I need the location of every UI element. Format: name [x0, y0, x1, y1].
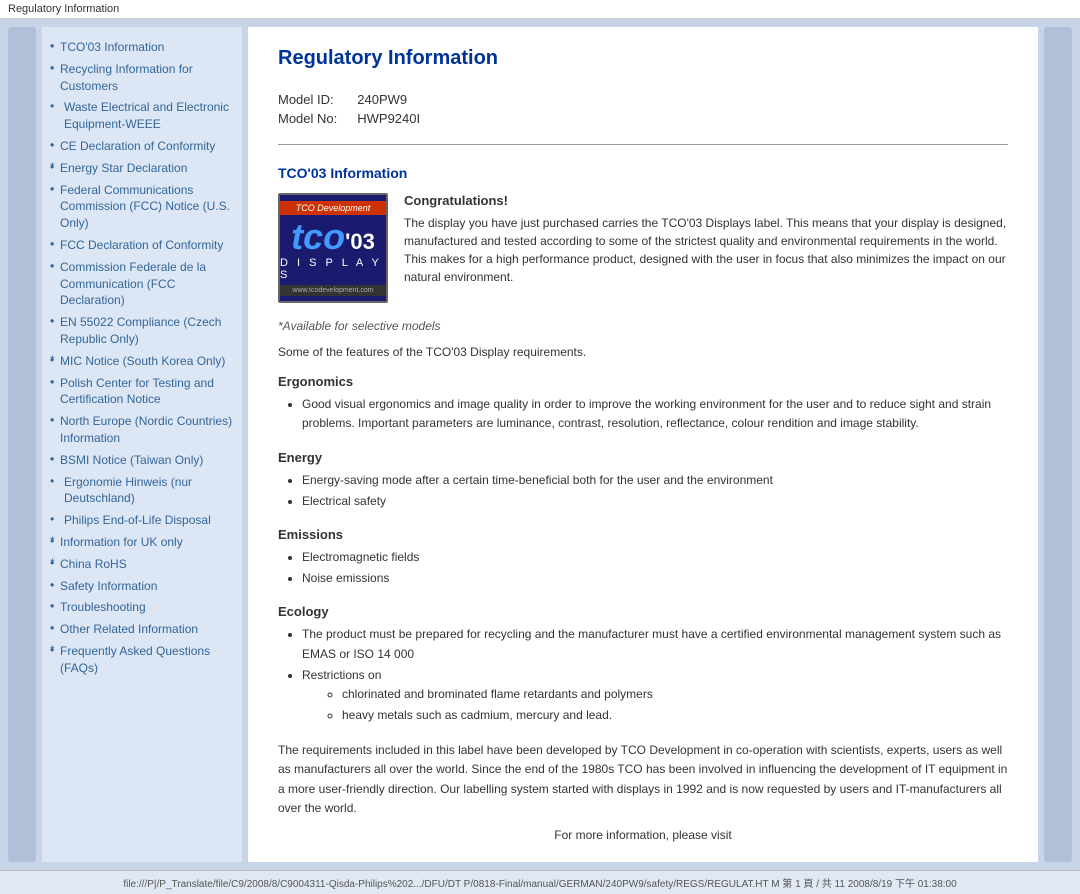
sidebar-item[interactable]: •Troubleshooting [50, 599, 234, 616]
congrats-title: Congratulations! [404, 193, 1008, 208]
energy-list: Energy-saving mode after a certain time-… [302, 471, 1008, 511]
title-bar-text: Regulatory Information [8, 3, 119, 15]
footer-bar: file:///P|/P_Translate/file/C9/2008/8/C9… [0, 870, 1080, 894]
sidebar-item[interactable]: *China RoHS [50, 556, 234, 573]
ergonomics-list: Good visual ergonomics and image quality… [302, 395, 1008, 433]
tco-logo-year: '03 [345, 231, 375, 253]
energy-item-1: Energy-saving mode after a certain time-… [302, 471, 1008, 490]
sidebar-link-weee[interactable]: Waste Electrical and Electronic Equipmen… [64, 100, 229, 131]
model-no-value: HWP9240I [357, 109, 440, 128]
ecology-section: Ecology The product must be prepared for… [278, 604, 1008, 725]
sidebar-item[interactable]: ·Philips End-of-Life Disposal [50, 512, 234, 529]
sidebar-link-recycling[interactable]: Recycling Information for Customers [60, 62, 193, 93]
sidebar-link-nordic[interactable]: North Europe (Nordic Countries) Informat… [60, 414, 232, 445]
model-id-label: Model ID: [278, 90, 357, 109]
sidebar-link-safety[interactable]: Safety Information [60, 579, 157, 593]
sidebar: •TCO'03 Information •Recycling Informati… [42, 27, 242, 862]
ecology-title: Ecology [278, 604, 1008, 619]
sidebar-link-tco[interactable]: TCO'03 Information [60, 40, 164, 54]
sidebar-link-en55022[interactable]: EN 55022 Compliance (Czech Republic Only… [60, 315, 221, 346]
sidebar-item[interactable]: *Energy Star Declaration [50, 160, 234, 177]
ecology-sub-item-2: heavy metals such as cadmium, mercury an… [342, 706, 1008, 725]
available-note: *Available for selective models [278, 319, 1008, 333]
tco-logo: TCO Development tco '03 D I S P L A Y S … [278, 193, 388, 303]
ecology-sub-list: chlorinated and brominated flame retarda… [342, 685, 1008, 725]
sidebar-link-faqs[interactable]: Frequently Asked Questions (FAQs) [60, 644, 210, 675]
sidebar-link-polish[interactable]: Polish Center for Testing and Certificat… [60, 376, 214, 407]
sidebar-item[interactable]: •FCC Declaration of Conformity [50, 237, 234, 254]
sidebar-link-uk[interactable]: Information for UK only [60, 535, 183, 549]
sidebar-link-china[interactable]: China RoHS [60, 557, 127, 571]
sidebar-item[interactable]: •Other Related Information [50, 621, 234, 638]
ecology-item-2: Restrictions on chlorinated and brominat… [302, 666, 1008, 726]
model-no-label: Model No: [278, 109, 357, 128]
energy-title: Energy [278, 450, 1008, 465]
congrats-text: The display you have just purchased carr… [404, 214, 1008, 286]
emissions-section: Emissions Electromagnetic fields Noise e… [278, 527, 1008, 588]
ergonomics-title: Ergonomics [278, 374, 1008, 389]
energy-section: Energy Energy-saving mode after a certai… [278, 450, 1008, 511]
sidebar-item[interactable]: ·Waste Electrical and Electronic Equipme… [50, 99, 234, 133]
divider [278, 144, 1008, 145]
page-title: Regulatory Information [278, 47, 1008, 70]
sidebar-item[interactable]: •Polish Center for Testing and Certifica… [50, 375, 234, 409]
sidebar-item[interactable]: *Information for UK only [50, 534, 234, 551]
sidebar-link-bsmi[interactable]: BSMI Notice (Taiwan Only) [60, 453, 203, 467]
title-bar: Regulatory Information [0, 0, 1080, 19]
tco-info-box: TCO Development tco '03 D I S P L A Y S … [278, 193, 1008, 303]
sidebar-link-ergonomie[interactable]: Ergonomie Hinweis (nur Deutschland) [64, 475, 192, 506]
left-accent [8, 27, 36, 862]
main-content: Regulatory Information Model ID: 240PW9 … [248, 27, 1038, 862]
ecology-item-1: The product must be prepared for recycli… [302, 625, 1008, 663]
sidebar-nav: •TCO'03 Information •Recycling Informati… [50, 39, 234, 677]
sidebar-item[interactable]: •TCO'03 Information [50, 39, 234, 56]
emissions-item-1: Electromagnetic fields [302, 548, 1008, 567]
sidebar-link-commission[interactable]: Commission Federale de la Communication … [60, 260, 206, 308]
sidebar-link-ce[interactable]: CE Declaration of Conformity [60, 139, 215, 153]
ecology-sub-item-1: chlorinated and brominated flame retarda… [342, 685, 1008, 704]
emissions-list: Electromagnetic fields Noise emissions [302, 548, 1008, 588]
sidebar-item[interactable]: •BSMI Notice (Taiwan Only) [50, 452, 234, 469]
right-accent [1044, 27, 1072, 862]
sidebar-link-other[interactable]: Other Related Information [60, 622, 198, 636]
sidebar-item[interactable]: •Recycling Information for Customers [50, 61, 234, 95]
sidebar-link-fcc[interactable]: Federal Communications Commission (FCC) … [60, 183, 230, 231]
sidebar-link-fcc-conformity[interactable]: FCC Declaration of Conformity [60, 238, 223, 252]
features-text: Some of the features of the TCO'03 Displ… [278, 343, 1008, 362]
sidebar-item[interactable]: •Safety Information [50, 578, 234, 595]
visit-text: For more information, please visit [278, 828, 1008, 842]
sidebar-item[interactable]: •EN 55022 Compliance (Czech Republic Onl… [50, 314, 234, 348]
emissions-title: Emissions [278, 527, 1008, 542]
model-table: Model ID: 240PW9 Model No: HWP9240I [278, 90, 1008, 128]
closing-text: The requirements included in this label … [278, 741, 1008, 818]
ecology-list: The product must be prepared for recycli… [302, 625, 1008, 725]
energy-item-2: Electrical safety [302, 492, 1008, 511]
footer-text: file:///P|/P_Translate/file/C9/2008/8/C9… [123, 879, 956, 890]
sidebar-item[interactable]: •Commission Federale de la Communication… [50, 259, 234, 309]
ergonomics-section: Ergonomics Good visual ergonomics and im… [278, 374, 1008, 433]
tco-logo-url: www.tcodevelopment.com [280, 285, 386, 296]
sidebar-item[interactable]: *MIC Notice (South Korea Only) [50, 353, 234, 370]
tco-section-title: TCO'03 Information [278, 165, 1008, 181]
model-id-value: 240PW9 [357, 90, 440, 109]
sidebar-item[interactable]: •North Europe (Nordic Countries) Informa… [50, 413, 234, 447]
ergonomics-item: Good visual ergonomics and image quality… [302, 395, 1008, 433]
tco-logo-top: TCO Development [280, 201, 386, 215]
sidebar-link-philips[interactable]: Philips End-of-Life Disposal [64, 513, 211, 527]
sidebar-link-troubleshooting[interactable]: Troubleshooting [60, 600, 146, 614]
sidebar-item[interactable]: *Frequently Asked Questions (FAQs) [50, 643, 234, 677]
tco-logo-main: tco [291, 219, 345, 255]
sidebar-item[interactable]: •CE Declaration of Conformity [50, 138, 234, 155]
tco-text: Congratulations! The display you have ju… [404, 193, 1008, 303]
sidebar-link-mic[interactable]: MIC Notice (South Korea Only) [60, 354, 225, 368]
emissions-item-2: Noise emissions [302, 569, 1008, 588]
sidebar-item[interactable]: •Federal Communications Commission (FCC)… [50, 182, 234, 232]
tco-logo-displays: D I S P L A Y S [280, 257, 386, 281]
sidebar-item[interactable]: ·Ergonomie Hinweis (nur Deutschland) [50, 474, 234, 508]
sidebar-link-energy-star[interactable]: Energy Star Declaration [60, 161, 187, 175]
